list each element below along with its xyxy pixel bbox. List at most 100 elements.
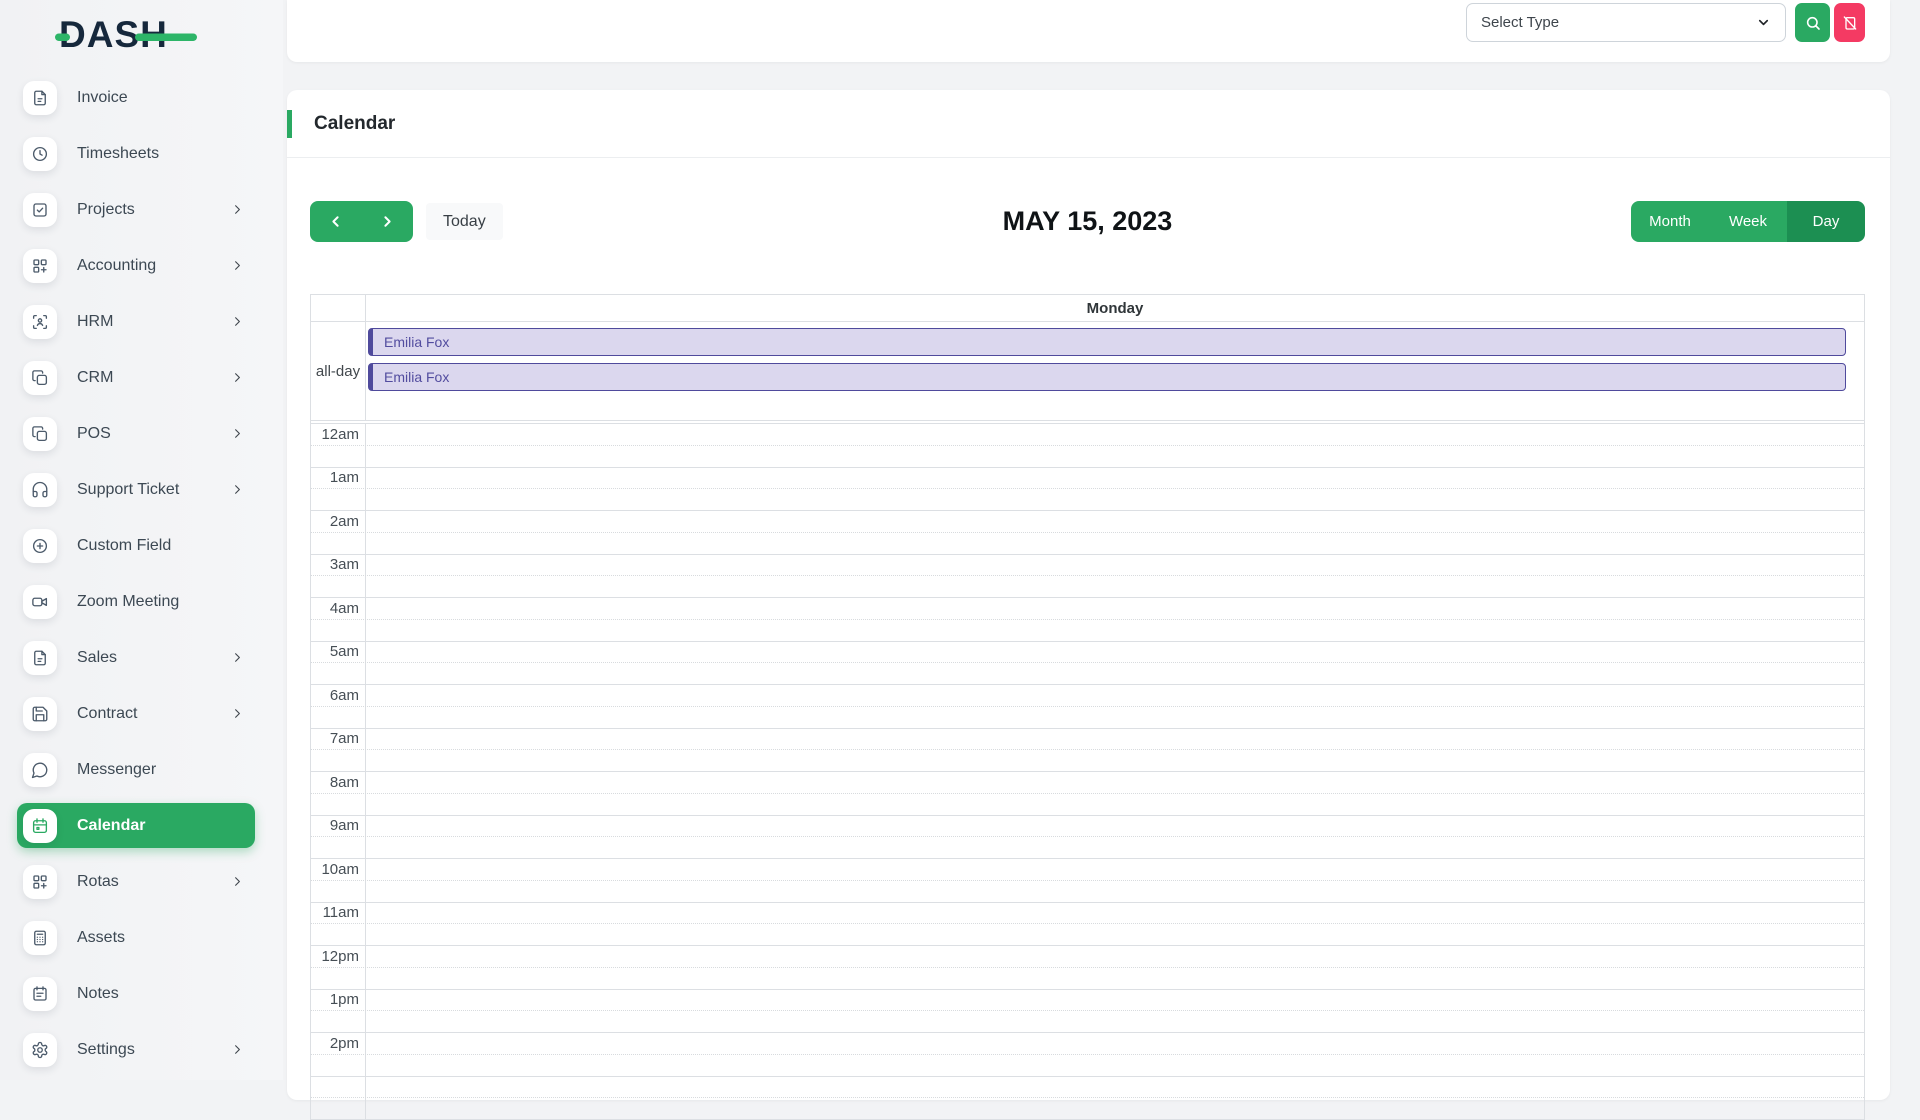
sidebar-item-custom-field[interactable]: Custom Field [17, 523, 255, 568]
time-slot-row: 5am [311, 642, 1864, 664]
time-slot-cell[interactable] [366, 642, 1864, 663]
sidebar-nav: Invoice Timesheets Projects Accounting HRM CR… [17, 75, 255, 1083]
sidebar-item-calendar[interactable]: Calendar [17, 803, 255, 848]
sidebar-item-sales[interactable]: Sales [17, 635, 255, 680]
sidebar-item-label: Sales [77, 649, 230, 667]
view-button-week[interactable]: Week [1709, 201, 1787, 242]
sidebar-item-assets[interactable]: Assets [17, 915, 255, 960]
chevron-right-icon [230, 202, 245, 217]
time-slot-cell[interactable] [366, 511, 1864, 532]
dash-logo[interactable]: DASH [55, 14, 205, 56]
time-slot-cell[interactable] [366, 990, 1864, 1011]
calendar-icon [23, 809, 57, 843]
all-day-event[interactable]: Emilia Fox [368, 328, 1846, 356]
clear-filter-button[interactable] [1834, 3, 1865, 42]
time-slot-cell[interactable] [366, 1055, 1864, 1076]
calendar-card: Calendar Today MAY 15, 2023 MonthWeekDay [287, 90, 1890, 1100]
time-slot-cell[interactable] [366, 620, 1864, 641]
time-slot-cell[interactable] [366, 903, 1864, 924]
time-slot-row: 6am [311, 685, 1864, 707]
sidebar-item-hrm[interactable]: HRM [17, 299, 255, 344]
sidebar-item-messenger[interactable]: Messenger [17, 747, 255, 792]
time-slot-row [311, 620, 1864, 642]
sidebar-item-projects[interactable]: Projects [17, 187, 255, 232]
time-slot-cell[interactable] [366, 533, 1864, 554]
notes-icon [23, 977, 57, 1011]
time-slot-cell[interactable] [366, 446, 1864, 467]
clear-filter-icon [1842, 15, 1858, 31]
sidebar-item-rotas[interactable]: Rotas [17, 859, 255, 904]
time-slot-cell[interactable] [366, 794, 1864, 815]
sidebar-item-contract[interactable]: Contract [17, 691, 255, 736]
sidebar-item-timesheets[interactable]: Timesheets [17, 131, 255, 176]
time-label: 1am [311, 468, 366, 489]
time-slot-row [311, 750, 1864, 772]
projects-icon [23, 193, 57, 227]
time-slot-cell[interactable] [366, 924, 1864, 945]
all-day-label: all-day [311, 322, 366, 420]
page-title: Calendar [314, 113, 395, 135]
time-slot-cell[interactable] [366, 685, 1864, 706]
crm-icon [23, 361, 57, 395]
sidebar-item-crm[interactable]: CRM [17, 355, 255, 400]
time-slot-cell[interactable] [366, 859, 1864, 880]
sidebar-item-invoice[interactable]: Invoice [17, 75, 255, 120]
time-slot-row: 12pm [311, 946, 1864, 968]
event-title: Emilia Fox [384, 369, 449, 385]
time-slot-cell[interactable] [366, 881, 1864, 902]
sidebar-item-notes[interactable]: Notes [17, 971, 255, 1016]
time-slot-cell[interactable] [366, 968, 1864, 989]
today-button[interactable]: Today [426, 203, 503, 240]
time-slot-row: 2pm [311, 1033, 1864, 1055]
sidebar-item-accounting[interactable]: Accounting [17, 243, 255, 288]
logo-green-dash [55, 34, 70, 42]
time-slot-cell[interactable] [366, 946, 1864, 967]
time-label: 8am [311, 772, 366, 793]
event-title: Emilia Fox [384, 334, 449, 350]
time-slot-cell[interactable] [366, 1011, 1864, 1032]
sidebar-item-zoom-meeting[interactable]: Zoom Meeting [17, 579, 255, 624]
prev-day-button[interactable] [310, 201, 362, 242]
time-label: 2pm [311, 1033, 366, 1054]
time-label: 11am [311, 903, 366, 924]
select-type-dropdown[interactable]: Select Type [1466, 3, 1786, 42]
all-day-event[interactable]: Emilia Fox [368, 363, 1846, 391]
time-slot-cell[interactable] [366, 489, 1864, 510]
time-slot-row [311, 1098, 1864, 1120]
time-label: 12pm [311, 946, 366, 967]
view-switcher: MonthWeekDay [1631, 201, 1865, 242]
sales-icon [23, 641, 57, 675]
time-slot-cell[interactable] [366, 555, 1864, 576]
time-slot-cell[interactable] [366, 816, 1864, 837]
time-slot-cell[interactable] [366, 772, 1864, 793]
time-label: 4am [311, 598, 366, 619]
search-button[interactable] [1795, 3, 1830, 42]
sidebar-item-support-ticket[interactable]: Support Ticket [17, 467, 255, 512]
time-slot-cell[interactable] [366, 729, 1864, 750]
time-slot-cell[interactable] [366, 598, 1864, 619]
sidebar-item-label: CRM [77, 369, 230, 387]
sidebar-item-pos[interactable]: POS [17, 411, 255, 456]
topbar: Select Type [287, 0, 1890, 62]
view-button-month[interactable]: Month [1631, 201, 1709, 242]
time-label [311, 663, 366, 684]
sidebar-item-label: Invoice [77, 89, 245, 107]
view-button-day[interactable]: Day [1787, 201, 1865, 242]
time-slot-row: 11am [311, 903, 1864, 925]
next-day-button[interactable] [362, 201, 414, 242]
time-slot-cell[interactable] [366, 424, 1864, 445]
time-slot-cell[interactable] [366, 1033, 1864, 1054]
time-slot-cell[interactable] [366, 576, 1864, 597]
time-slot-row [311, 576, 1864, 598]
time-slot-cell[interactable] [366, 468, 1864, 489]
time-slot-cell[interactable] [366, 663, 1864, 684]
invoice-icon [23, 81, 57, 115]
time-slot-cell[interactable] [366, 707, 1864, 728]
time-slot-cell[interactable] [366, 837, 1864, 858]
time-slot-cell[interactable] [366, 750, 1864, 771]
time-slot-row: 8am [311, 772, 1864, 794]
time-slot-cell[interactable] [366, 1098, 1864, 1119]
sidebar-item-settings[interactable]: Settings [17, 1027, 255, 1072]
chevron-right-icon [230, 370, 245, 385]
all-day-events-area[interactable]: Emilia Fox Emilia Fox [366, 322, 1864, 420]
